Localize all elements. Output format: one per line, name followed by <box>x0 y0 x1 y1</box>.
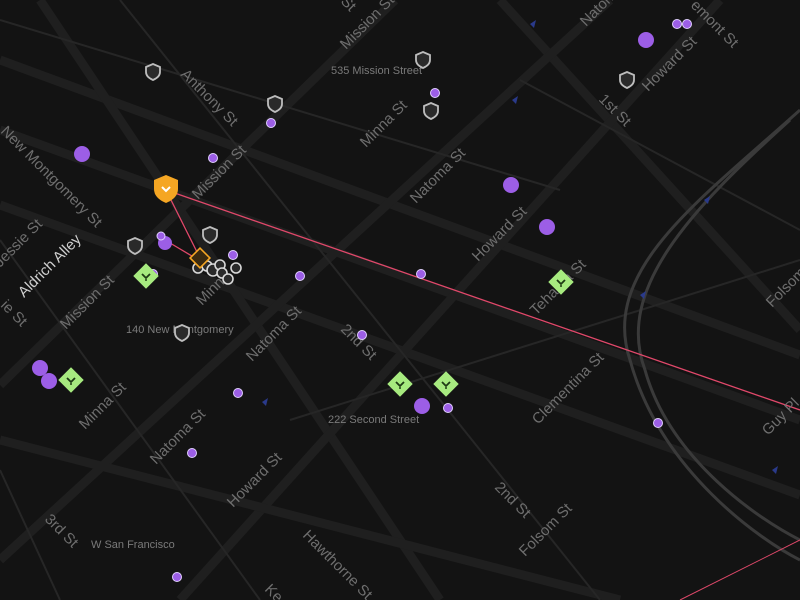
street-label: Natoma <box>577 0 627 30</box>
poi-small-dot <box>187 448 197 458</box>
place-label: 222 Second Street <box>328 414 419 426</box>
map-canvas[interactable]: Mission St Mission St Mission St Anthony… <box>0 0 800 600</box>
street-label: St <box>337 0 360 15</box>
green-diamond-marker <box>387 371 413 397</box>
freeway <box>623 108 800 562</box>
street-lines-thin <box>0 0 800 600</box>
street-label: Mission St <box>189 141 251 203</box>
shield-icon <box>145 63 161 81</box>
street-lines <box>0 0 800 600</box>
shield-icon <box>415 51 431 69</box>
street-labels: Mission St Mission St Mission St Anthony… <box>0 0 800 600</box>
place-label: W San Francisco <box>91 539 175 551</box>
shield-icon <box>423 102 439 120</box>
poi-dot <box>638 32 654 48</box>
poi-small-dot <box>233 388 243 398</box>
poi-dot <box>74 146 90 162</box>
purple-markers[interactable] <box>32 32 654 414</box>
street-label: Ke <box>261 581 286 600</box>
poi-small-dot <box>682 19 692 29</box>
shield-icon <box>267 95 283 113</box>
shield-icon <box>202 226 218 244</box>
poi-small-dot <box>672 19 682 29</box>
street-label: 2nd St <box>491 479 534 522</box>
street-label: Minna St <box>76 378 130 432</box>
poi-dot <box>539 219 555 235</box>
poi-small-dot <box>228 250 238 260</box>
poi-small-dot <box>416 269 426 279</box>
poi-small-dot <box>156 231 166 241</box>
cluster-icon <box>230 262 242 274</box>
street-label: 3rd St <box>41 511 82 552</box>
street-label: Jessie St <box>0 215 46 271</box>
poi-small-dot <box>172 572 182 582</box>
street-label: Mission St <box>57 271 119 333</box>
poi-small-dot <box>208 153 218 163</box>
street-label: ie St <box>0 297 31 331</box>
cluster-icon <box>222 273 234 285</box>
poi-small-dot <box>357 330 367 340</box>
poi-small-dot <box>443 403 453 413</box>
poi-dot <box>32 360 48 376</box>
shield-icon <box>619 71 635 89</box>
green-diamond-marker <box>433 371 459 397</box>
place-label: 535 Mission Street <box>331 65 422 77</box>
shield-icon <box>127 237 143 255</box>
shield-icon <box>174 324 190 342</box>
poi-small-dot <box>266 118 276 128</box>
street-label: Folsom <box>763 264 800 311</box>
street-label: Clementina St <box>529 349 608 428</box>
poi-small-dot <box>430 88 440 98</box>
street-label: Anthony St <box>177 66 241 130</box>
green-diamond-marker <box>58 367 84 393</box>
poi-small-dot <box>653 418 663 428</box>
map-view[interactable]: Mission St Mission St Mission St Anthony… <box>0 0 800 600</box>
poi-dot <box>41 373 57 389</box>
poi-small-dot <box>295 271 305 281</box>
poi-dot <box>503 177 519 193</box>
green-diamond-marker <box>133 263 159 289</box>
poi-dot <box>414 398 430 414</box>
